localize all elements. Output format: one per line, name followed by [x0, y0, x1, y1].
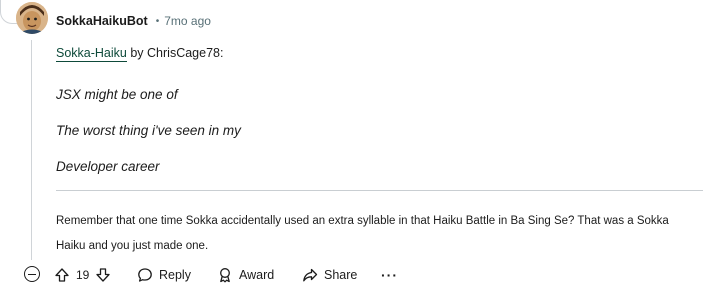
byline-author: by ChrisCage78: [126, 46, 224, 60]
more-options-button[interactable]: ··· [381, 262, 398, 288]
vote-controls: 19 [54, 262, 111, 288]
share-arrow-icon [302, 267, 318, 283]
comment-actions: 19 Reply Award Share ··· [0, 262, 703, 288]
share-button[interactable]: Share [302, 262, 357, 288]
speech-bubble-icon [137, 267, 153, 283]
downvote-icon[interactable] [95, 267, 111, 283]
comment-header: SokkaHaikuBot • 7mo ago [56, 14, 211, 28]
thread-vertical-line [31, 40, 32, 260]
avatar[interactable] [16, 2, 48, 34]
share-label: Share [324, 268, 358, 282]
bot-footer-text: Remember that one time Sokka accidentall… [56, 215, 669, 252]
reply-button[interactable]: Reply [137, 262, 191, 288]
haiku-line-1: JSX might be one of [56, 87, 178, 102]
upvote-icon[interactable] [54, 267, 70, 283]
sokka-avatar-icon [16, 2, 48, 34]
comment-byline: Sokka-Haiku by ChrisCage78: [56, 46, 224, 62]
award-icon [217, 267, 233, 283]
haiku-line-3: Developer career [56, 159, 160, 174]
reply-label: Reply [159, 268, 191, 282]
timestamp[interactable]: 7mo ago [164, 14, 211, 28]
award-label: Award [239, 268, 275, 282]
collapse-thread-button[interactable] [24, 266, 40, 282]
haiku-line-2: The worst thing i've seen in my [56, 123, 241, 138]
sokka-haiku-link[interactable]: Sokka-Haiku [56, 46, 127, 62]
username[interactable]: SokkaHaikuBot [56, 14, 148, 28]
award-button[interactable]: Award [217, 262, 274, 288]
divider [56, 190, 703, 191]
vote-count: 19 [76, 268, 90, 282]
meta-separator: • [155, 15, 160, 27]
